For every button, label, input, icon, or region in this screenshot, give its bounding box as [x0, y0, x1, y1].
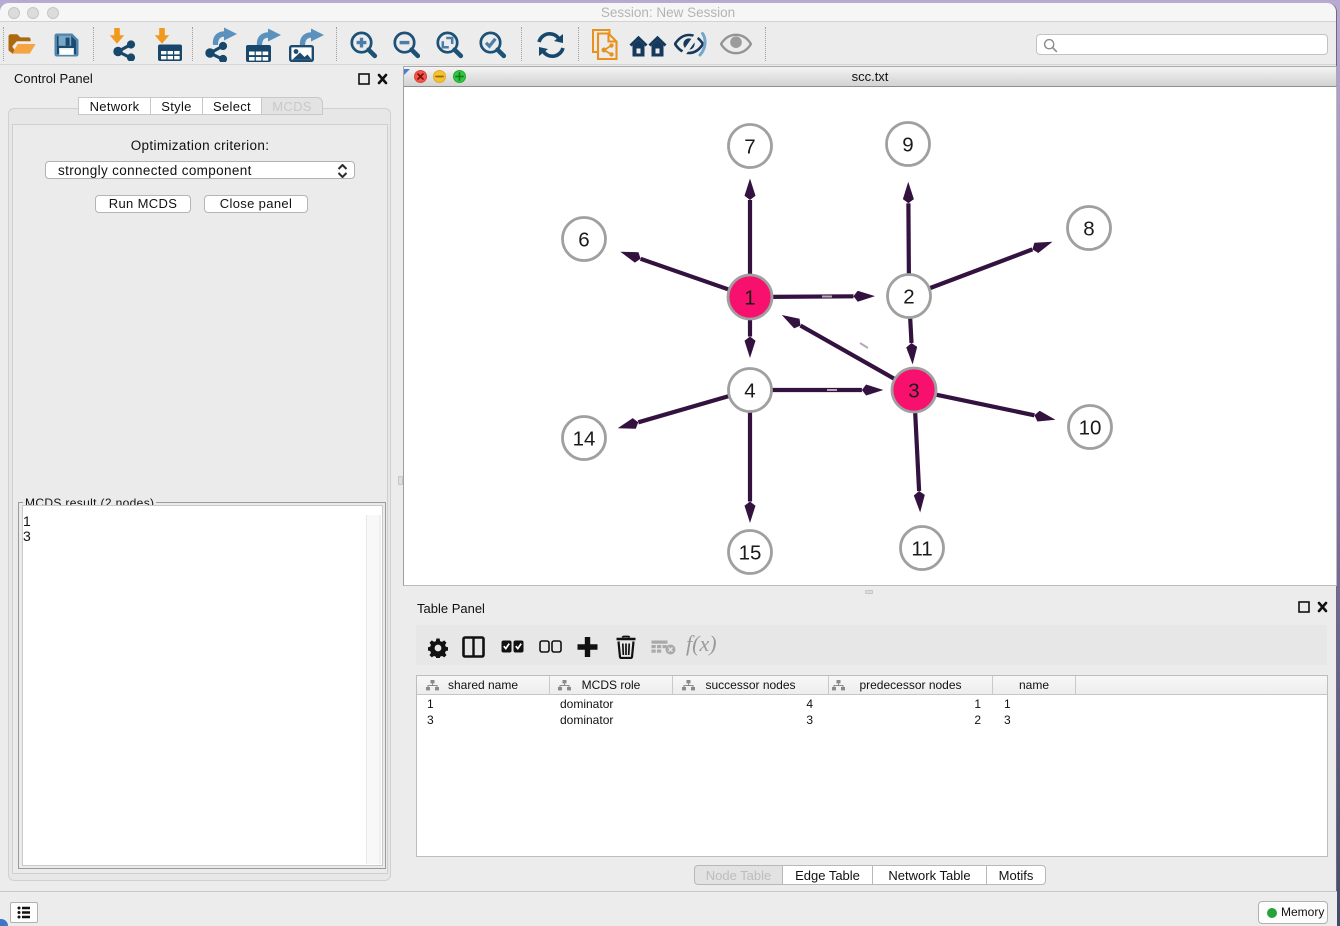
svg-text:15: 15: [739, 542, 762, 565]
svg-text:7: 7: [744, 136, 755, 159]
svg-text:10: 10: [1079, 417, 1102, 440]
svg-text:1: 1: [744, 287, 755, 310]
svg-text:4: 4: [744, 380, 755, 403]
svg-text:2: 2: [903, 286, 914, 309]
svg-text:11: 11: [911, 538, 932, 561]
svg-text:9: 9: [902, 134, 913, 157]
svg-text:8: 8: [1083, 218, 1094, 241]
svg-text:14: 14: [573, 428, 596, 451]
svg-text:6: 6: [578, 229, 589, 252]
svg-text:3: 3: [908, 380, 919, 403]
